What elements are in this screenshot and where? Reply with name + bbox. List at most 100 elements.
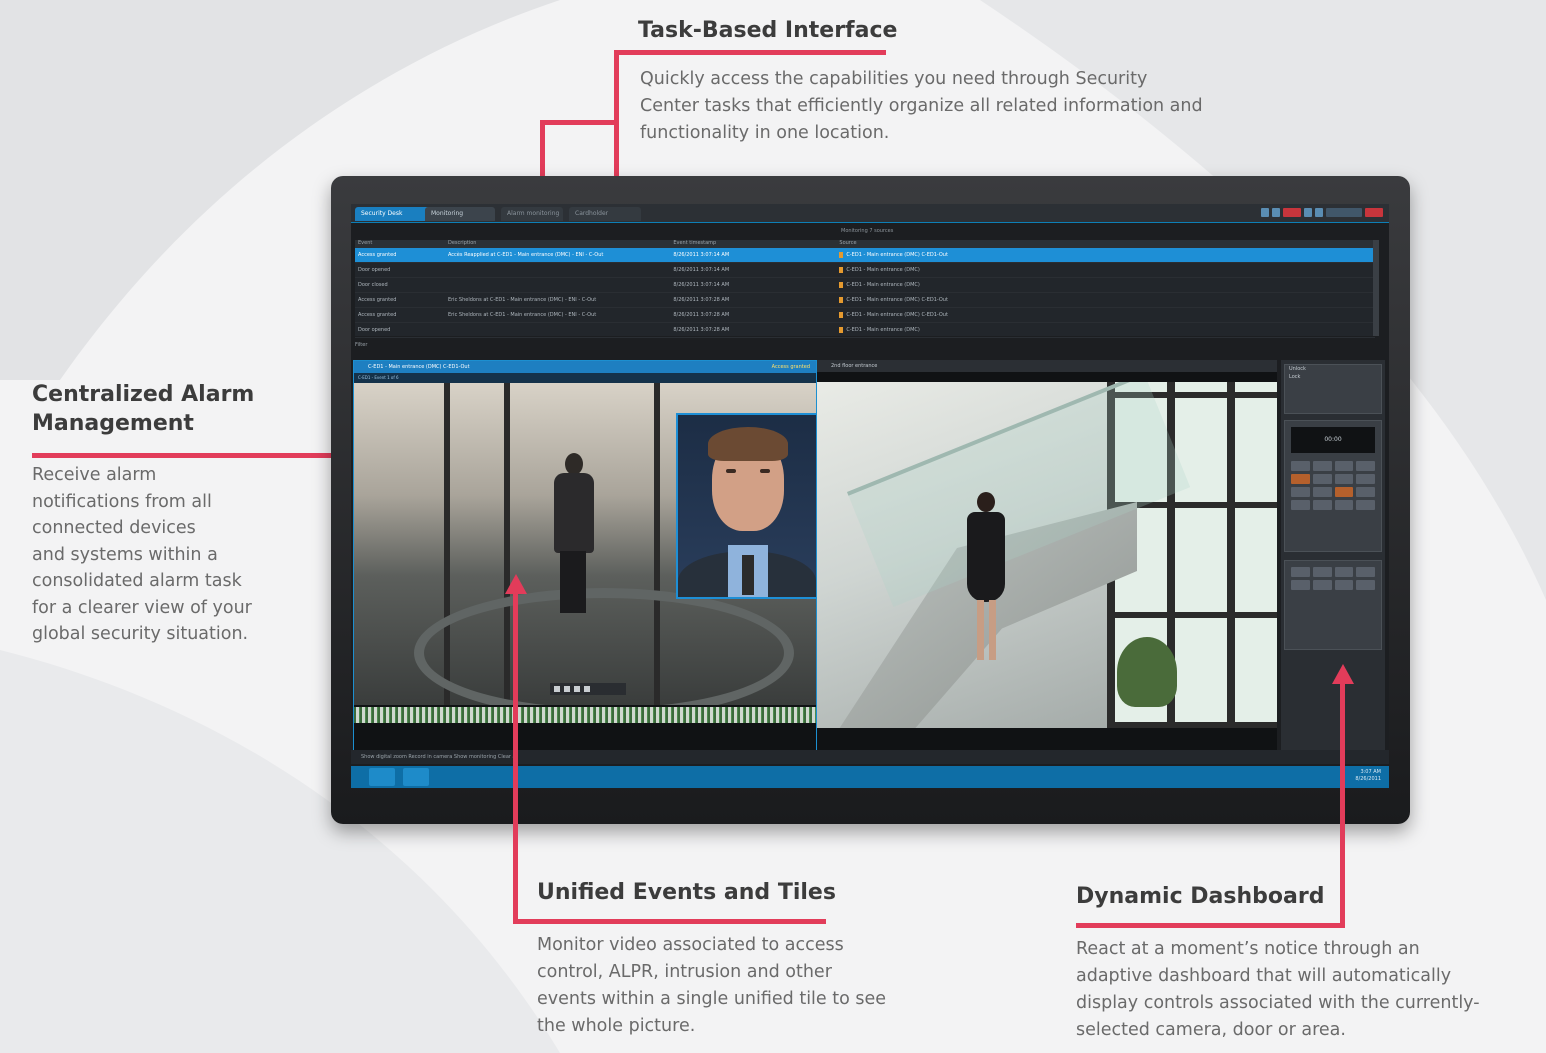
tiles-arrow bbox=[505, 574, 527, 594]
monitoring-subhead: Monitoring 7 sources bbox=[351, 224, 1389, 238]
control-button[interactable] bbox=[1291, 487, 1310, 497]
unlock-button[interactable]: Unlock bbox=[1285, 365, 1381, 373]
control-button[interactable] bbox=[1312, 487, 1332, 497]
alarm-title-line: Centralized Alarm bbox=[32, 382, 255, 407]
woman-head bbox=[977, 492, 995, 512]
control-button[interactable] bbox=[1334, 500, 1354, 510]
source-text: C-ED1 - Main entrance (DMC) C-ED1-Out bbox=[846, 252, 948, 258]
table-row[interactable]: Door closed 8/26/2011 3:07:14 AM C-ED1 -… bbox=[355, 278, 1375, 293]
control-button[interactable] bbox=[1291, 580, 1310, 590]
task-body-line: functionality in one location. bbox=[640, 123, 890, 143]
table-row[interactable]: Door opened 8/26/2011 3:07:28 AM C-ED1 -… bbox=[355, 323, 1375, 338]
woman-leg bbox=[977, 600, 984, 660]
eye bbox=[760, 469, 770, 473]
alarm-body-line: and systems within a bbox=[32, 544, 218, 565]
tile-status-bar: Show digital zoom Record in camera Show … bbox=[351, 750, 1389, 764]
alarm-body-line: connected devices bbox=[32, 518, 196, 538]
col-source[interactable]: Source bbox=[836, 240, 1375, 248]
alarm-icon[interactable] bbox=[1283, 208, 1301, 217]
rewind-icon[interactable] bbox=[554, 686, 560, 692]
alarm-callout-body: Receive alarm notifications from all con… bbox=[32, 462, 252, 648]
col-timestamp[interactable]: Event timestamp bbox=[670, 240, 836, 248]
cell-source: C-ED1 - Main entrance (DMC) bbox=[836, 263, 1375, 277]
control-button[interactable] bbox=[1312, 567, 1332, 577]
control-button[interactable] bbox=[1334, 474, 1354, 484]
control-button[interactable] bbox=[1312, 580, 1332, 590]
tiles-body-line: events within a single unified tile to s… bbox=[537, 989, 887, 1009]
control-button[interactable] bbox=[1291, 474, 1310, 484]
tab-monitoring[interactable]: Monitoring bbox=[425, 207, 495, 221]
event-tile-left[interactable]: C-ED1 - Main entrance (DMC) C-ED1-Out Ac… bbox=[353, 360, 817, 752]
dashboard-callout-body: React at a moment’s notice through an ad… bbox=[1076, 936, 1480, 1044]
forward-icon[interactable] bbox=[584, 686, 590, 692]
tile-status: Access granted bbox=[771, 364, 810, 370]
control-button[interactable] bbox=[1291, 461, 1310, 471]
col-event[interactable]: Event bbox=[355, 240, 445, 248]
tray-icon[interactable] bbox=[1315, 208, 1323, 217]
table-header: Event Description Event timestamp Source bbox=[355, 240, 1375, 248]
camera-tile-right[interactable]: 2nd floor entrance bbox=[817, 360, 1277, 750]
tray-icon[interactable] bbox=[1272, 208, 1280, 217]
control-button-grid bbox=[1291, 461, 1375, 510]
control-button[interactable] bbox=[1356, 474, 1375, 484]
cell-time: 8/26/2011 3:07:14 AM bbox=[673, 252, 730, 258]
woman-leg bbox=[989, 600, 996, 660]
control-button[interactable] bbox=[1356, 580, 1375, 590]
control-button[interactable] bbox=[1312, 474, 1332, 484]
alarm-events-table: Event Description Event timestamp Source… bbox=[355, 240, 1375, 338]
control-button[interactable] bbox=[1291, 500, 1310, 510]
lock-button[interactable]: Lock bbox=[1285, 373, 1381, 381]
filter-toggle[interactable]: Filter bbox=[355, 342, 367, 348]
app-button[interactable] bbox=[403, 768, 429, 786]
play-icon[interactable] bbox=[574, 686, 580, 692]
tray-icon[interactable] bbox=[1304, 208, 1312, 217]
person-legs bbox=[560, 551, 586, 613]
tab-alarm-monitoring[interactable]: Alarm monitoring bbox=[501, 207, 563, 221]
hair bbox=[708, 427, 788, 461]
pause-icon[interactable] bbox=[564, 686, 570, 692]
control-button[interactable] bbox=[1334, 487, 1354, 497]
control-button[interactable] bbox=[1334, 567, 1354, 577]
window-controls-icon[interactable] bbox=[1365, 208, 1383, 217]
control-button[interactable] bbox=[1312, 461, 1332, 471]
door-controls: Unlock Lock bbox=[1284, 364, 1382, 414]
alarm-body-line: Receive alarm bbox=[32, 465, 157, 485]
cell-time: 8/26/2011 3:07:14 AM bbox=[673, 267, 730, 273]
tab-security-desk[interactable]: Security Desk bbox=[355, 207, 431, 221]
control-button[interactable] bbox=[1356, 487, 1375, 497]
windows-taskbar: 3:07 AM 8/26/2011 bbox=[351, 766, 1389, 788]
dashboard-body-line: selected camera, door or area. bbox=[1076, 1020, 1346, 1040]
video-button-grid bbox=[1291, 567, 1375, 590]
control-button[interactable] bbox=[1356, 500, 1375, 510]
col-description[interactable]: Description bbox=[445, 240, 670, 248]
video-timeline[interactable] bbox=[354, 707, 816, 723]
cardholder-photo bbox=[676, 413, 816, 599]
video-controls bbox=[1284, 560, 1382, 650]
table-row[interactable]: Access granted Accès Reapplied at C-ED1 … bbox=[355, 248, 1375, 263]
table-row[interactable]: Door opened 8/26/2011 3:07:14 AM C-ED1 -… bbox=[355, 263, 1375, 278]
tile-header: 2nd floor entrance bbox=[817, 360, 1277, 372]
tray-icon[interactable] bbox=[1261, 208, 1269, 217]
table-row[interactable]: Access granted Eric Sheldons at C-ED1 - … bbox=[355, 308, 1375, 323]
cell-description bbox=[445, 278, 670, 292]
table-row[interactable]: Access granted Eric Sheldons at C-ED1 - … bbox=[355, 293, 1375, 308]
dashboard-body-line: React at a moment’s notice through an bbox=[1076, 939, 1420, 959]
control-button[interactable] bbox=[1356, 567, 1375, 577]
door-icon bbox=[839, 326, 844, 333]
cell-event: Door opened bbox=[358, 327, 391, 333]
cell-event: Door opened bbox=[358, 267, 391, 273]
control-button[interactable] bbox=[1334, 461, 1354, 471]
dashboard-callout-underline bbox=[1076, 923, 1345, 928]
user-icon[interactable] bbox=[1326, 208, 1362, 217]
tab-cardholder[interactable]: Cardholder bbox=[569, 207, 641, 221]
control-button[interactable] bbox=[1334, 580, 1354, 590]
control-button[interactable] bbox=[1291, 567, 1310, 577]
task-callout-body: Quickly access the capabilities you need… bbox=[640, 66, 1203, 147]
control-button[interactable] bbox=[1356, 461, 1375, 471]
walking-woman bbox=[967, 492, 1007, 662]
control-button[interactable] bbox=[1312, 500, 1332, 510]
alarm-body-line: global security situation. bbox=[32, 624, 249, 644]
tile-title: C-ED1 - Main entrance (DMC) C-ED1-Out bbox=[368, 364, 470, 370]
start-button[interactable] bbox=[369, 768, 395, 786]
table-scrollbar[interactable] bbox=[1373, 240, 1379, 336]
